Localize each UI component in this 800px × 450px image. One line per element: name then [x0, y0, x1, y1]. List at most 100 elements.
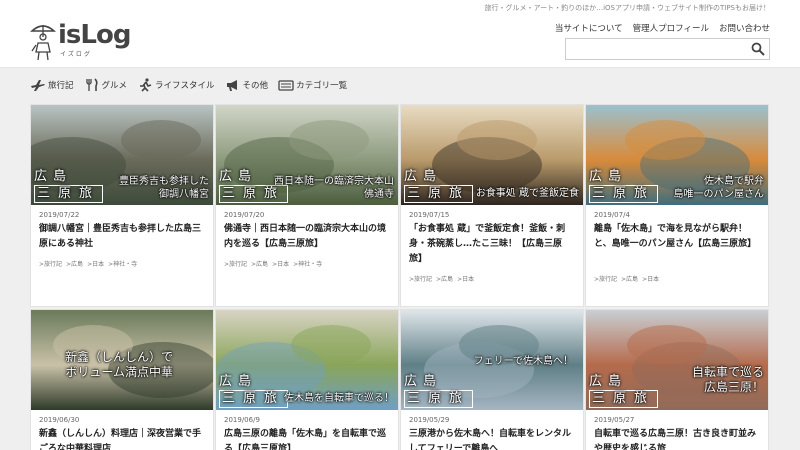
caption-line: 新鑫（しんしん）で [64, 350, 173, 364]
tag-link[interactable]: >広島 [621, 276, 638, 283]
thumbnail-caption: 西日本随一の臨済宗大本山 佛通寺 [274, 175, 394, 201]
series-line: 広島 [219, 374, 258, 389]
category-gourmet[interactable]: グルメ [84, 78, 127, 92]
running-person-icon [140, 78, 152, 92]
tag-link[interactable]: >広島 [436, 276, 453, 283]
post-tags: >旅行記 >広島 >日本 >神社・寺 [224, 259, 390, 268]
search-input[interactable] [566, 41, 746, 62]
tag-link[interactable]: >日本 [272, 261, 289, 268]
tag-link[interactable]: >旅行記 [594, 276, 617, 283]
site-logo[interactable]: isLog イズログ [30, 21, 131, 61]
caption-line: 西日本随一の臨済宗大本山 [274, 176, 394, 187]
tag-link[interactable]: >旅行記 [39, 261, 62, 268]
nav-contact-link[interactable]: お問い合わせ [719, 22, 770, 34]
post-date: 2019/06/9 [224, 416, 260, 424]
airplane-icon [31, 80, 45, 91]
tag-link[interactable]: >日本 [642, 276, 659, 283]
site-tagline: 旅行・グルメ・アート・釣りのほか…iOSアプリ申請・ウェブサイト制作のTIPSも… [484, 4, 770, 12]
post-card[interactable]: 広島 三原旅 西日本随一の臨済宗大本山 佛通寺 2019/07/20 佛通寺｜西日本随一の… [215, 104, 399, 307]
post-card[interactable]: 広島 三原旅 佐木島で駅弁 島唯一のパン屋さん 2019/07/4 離島「佐木島」で海を見… [585, 104, 769, 307]
series-label: 広島 三原旅 [404, 169, 474, 203]
post-date: 2019/06/30 [39, 416, 80, 424]
post-tags: >旅行記 >広島 >日本 [409, 274, 575, 283]
post-body: 2019/05/29 三原港から佐木島へ！自転車をレンタルしてフェリーで離島へ [401, 410, 583, 450]
post-card[interactable]: 広島 三原旅 豊臣秀吉も参拝した御調八幡宮 2019/07/22 御調八幡宮｜豊臣秀吉も… [30, 104, 214, 307]
post-thumbnail[interactable]: 広島 三原旅 フェリーで佐木島へ！ [401, 310, 583, 410]
post-thumbnail[interactable]: 広島 三原旅 自転車で巡る 広島三原！ [586, 310, 768, 410]
tag-link[interactable]: >広島 [251, 261, 268, 268]
nav-profile-link[interactable]: 管理人プロフィール [633, 22, 709, 34]
series-line: 広島 [589, 169, 628, 184]
top-navigation: 当サイトについて 管理人プロフィール お問い合わせ [555, 22, 770, 34]
thumbnail-caption: 佐木島で駅弁 島唯一のパン屋さん [674, 175, 765, 201]
post-date: 2019/05/27 [594, 416, 635, 424]
post-thumbnail[interactable]: 新鑫（しんしん）で ボリューム満点中華 [31, 310, 213, 410]
post-card[interactable]: 広島 三原旅 お食事処 蔵で釜飯定食 2019/07/15 「お食事処 蔵」で釜飯定食！… [400, 104, 584, 307]
category-lifestyle[interactable]: ライフスタイル [137, 78, 215, 92]
megaphone-icon [226, 80, 237, 91]
post-thumbnail[interactable]: 広島 三原旅 豊臣秀吉も参拝した御調八幡宮 [31, 105, 213, 205]
post-body: 2019/06/9 広島三原の離島「佐木島」を自転車で巡る【広島三原旅】 [216, 410, 398, 450]
category-navigation: 旅行記 グルメ ライフスタイル その他 カテゴリ一覧 [30, 75, 347, 95]
search-box [565, 38, 770, 62]
post-body: 2019/07/22 御調八幡宮｜豊臣秀吉も参拝した広島三原にある神社 >旅行記 >広… [31, 205, 213, 276]
series-label: 広島 三原旅 [404, 374, 474, 408]
post-title-link[interactable]: 新鑫（しんしん）料理店｜深夜営業で手ごろな中華料理店 [39, 427, 205, 450]
category-label: ライフスタイル [155, 81, 215, 91]
post-thumbnail[interactable]: 広島 三原旅 佐木島で駅弁 島唯一のパン屋さん [586, 105, 768, 205]
tag-link[interactable]: >日本 [87, 261, 104, 268]
category-travel[interactable]: 旅行記 [30, 78, 74, 92]
post-tags: >旅行記 >広島 >日本 >神社・寺 [39, 259, 205, 268]
post-title-link[interactable]: 佛通寺｜西日本随一の臨済宗大本山の境内を巡る【広島三原旅】 [224, 222, 390, 252]
caption-line: 御調八幡宮 [159, 189, 209, 200]
post-title-link[interactable]: 広島三原の離島「佐木島」を自転車で巡る【広島三原旅】 [224, 427, 390, 450]
series-line: 三原旅 [34, 185, 104, 203]
post-thumbnail[interactable]: 広島 三原旅 お食事処 蔵で釜飯定食 [401, 105, 583, 205]
tag-link[interactable]: >旅行記 [224, 261, 247, 268]
post-title-link[interactable]: 三原港から佐木島へ！自転車をレンタルしてフェリーで離島へ [409, 427, 575, 450]
post-body: 2019/05/27 自転車で巡る広島三原！古き良き町並みや歴史を感じる旅 [586, 410, 768, 450]
series-line: 広島 [34, 169, 73, 184]
post-title-link[interactable]: 離島「佐木島」で海を見ながら駅弁！と、島唯一のパン屋さん【広島三原旅】 [594, 222, 760, 267]
caption-line: 佐木島を自転車で巡る！ [284, 393, 394, 404]
post-tags: >旅行記 >広島 >日本 [594, 274, 760, 283]
tag-link[interactable]: >神社・寺 [108, 261, 137, 268]
tag-link[interactable]: >神社・寺 [293, 261, 322, 268]
caption-line: 豊臣秀吉も参拝した [119, 176, 209, 187]
post-card[interactable]: 新鑫（しんしん）で ボリューム満点中華 2019/06/30 新鑫（しんしん）料理店｜… [30, 309, 214, 450]
utensils-icon [85, 78, 98, 91]
post-date: 2019/07/15 [409, 211, 450, 219]
tag-link[interactable]: >広島 [66, 261, 83, 268]
thumbnail-caption: お食事処 蔵で釜飯定食 [476, 187, 579, 200]
series-label: 広島 三原旅 [589, 374, 659, 408]
post-date: 2019/07/20 [224, 211, 265, 219]
tag-link[interactable]: >日本 [457, 276, 474, 283]
series-line: 三原旅 [404, 185, 474, 203]
nav-about-link[interactable]: 当サイトについて [555, 22, 623, 34]
post-card[interactable]: 広島 三原旅 フェリーで佐木島へ！ 2019/05/29 三原港から佐木島へ！自転車をレ… [400, 309, 584, 450]
caption-line: 広島三原！ [703, 380, 764, 394]
series-label: 広島 三原旅 [219, 374, 289, 408]
tag-link[interactable]: >旅行記 [409, 276, 432, 283]
series-label: 広島 三原旅 [589, 169, 659, 203]
category-other[interactable]: その他 [225, 78, 268, 92]
post-thumbnail[interactable]: 広島 三原旅 佐木島を自転車で巡る！ [216, 310, 398, 410]
post-card[interactable]: 広島 三原旅 佐木島を自転車で巡る！ 2019/06/9 広島三原の離島「佐木島」を自転… [215, 309, 399, 450]
post-title-link[interactable]: 「お食事処 蔵」で釜飯定食！釜飯・刺身・茶碗蒸し…たこ三昧！【広島三原旅】 [409, 222, 575, 267]
logo-subtitle: イズログ [60, 51, 92, 58]
post-thumbnail[interactable]: 広島 三原旅 西日本随一の臨済宗大本山 佛通寺 [216, 105, 398, 205]
post-date: 2019/07/22 [39, 211, 80, 219]
thumbnail-caption: 自転車で巡る 広島三原！ [692, 365, 764, 395]
keyboard-icon [278, 80, 294, 91]
category-list[interactable]: カテゴリ一覧 [278, 78, 347, 92]
post-title-link[interactable]: 御調八幡宮｜豊臣秀吉も参拝した広島三原にある神社 [39, 222, 205, 252]
caption-line: お食事処 蔵で釜飯定食 [475, 188, 579, 199]
caption-line: 島唯一のパン屋さん [673, 189, 765, 200]
series-line: 三原旅 [219, 390, 289, 408]
category-label: カテゴリ一覧 [296, 81, 348, 91]
search-icon[interactable] [751, 42, 765, 56]
thumbnail-caption: 佐木島を自転車で巡る！ [284, 392, 394, 405]
caption-line: フェリーで佐木島へ！ [473, 356, 573, 367]
post-card[interactable]: 広島 三原旅 自転車で巡る 広島三原！ 2019/05/27 自転車で巡る広島三原！古き良… [585, 309, 769, 450]
post-title-link[interactable]: 自転車で巡る広島三原！古き良き町並みや歴史を感じる旅 [594, 427, 760, 450]
